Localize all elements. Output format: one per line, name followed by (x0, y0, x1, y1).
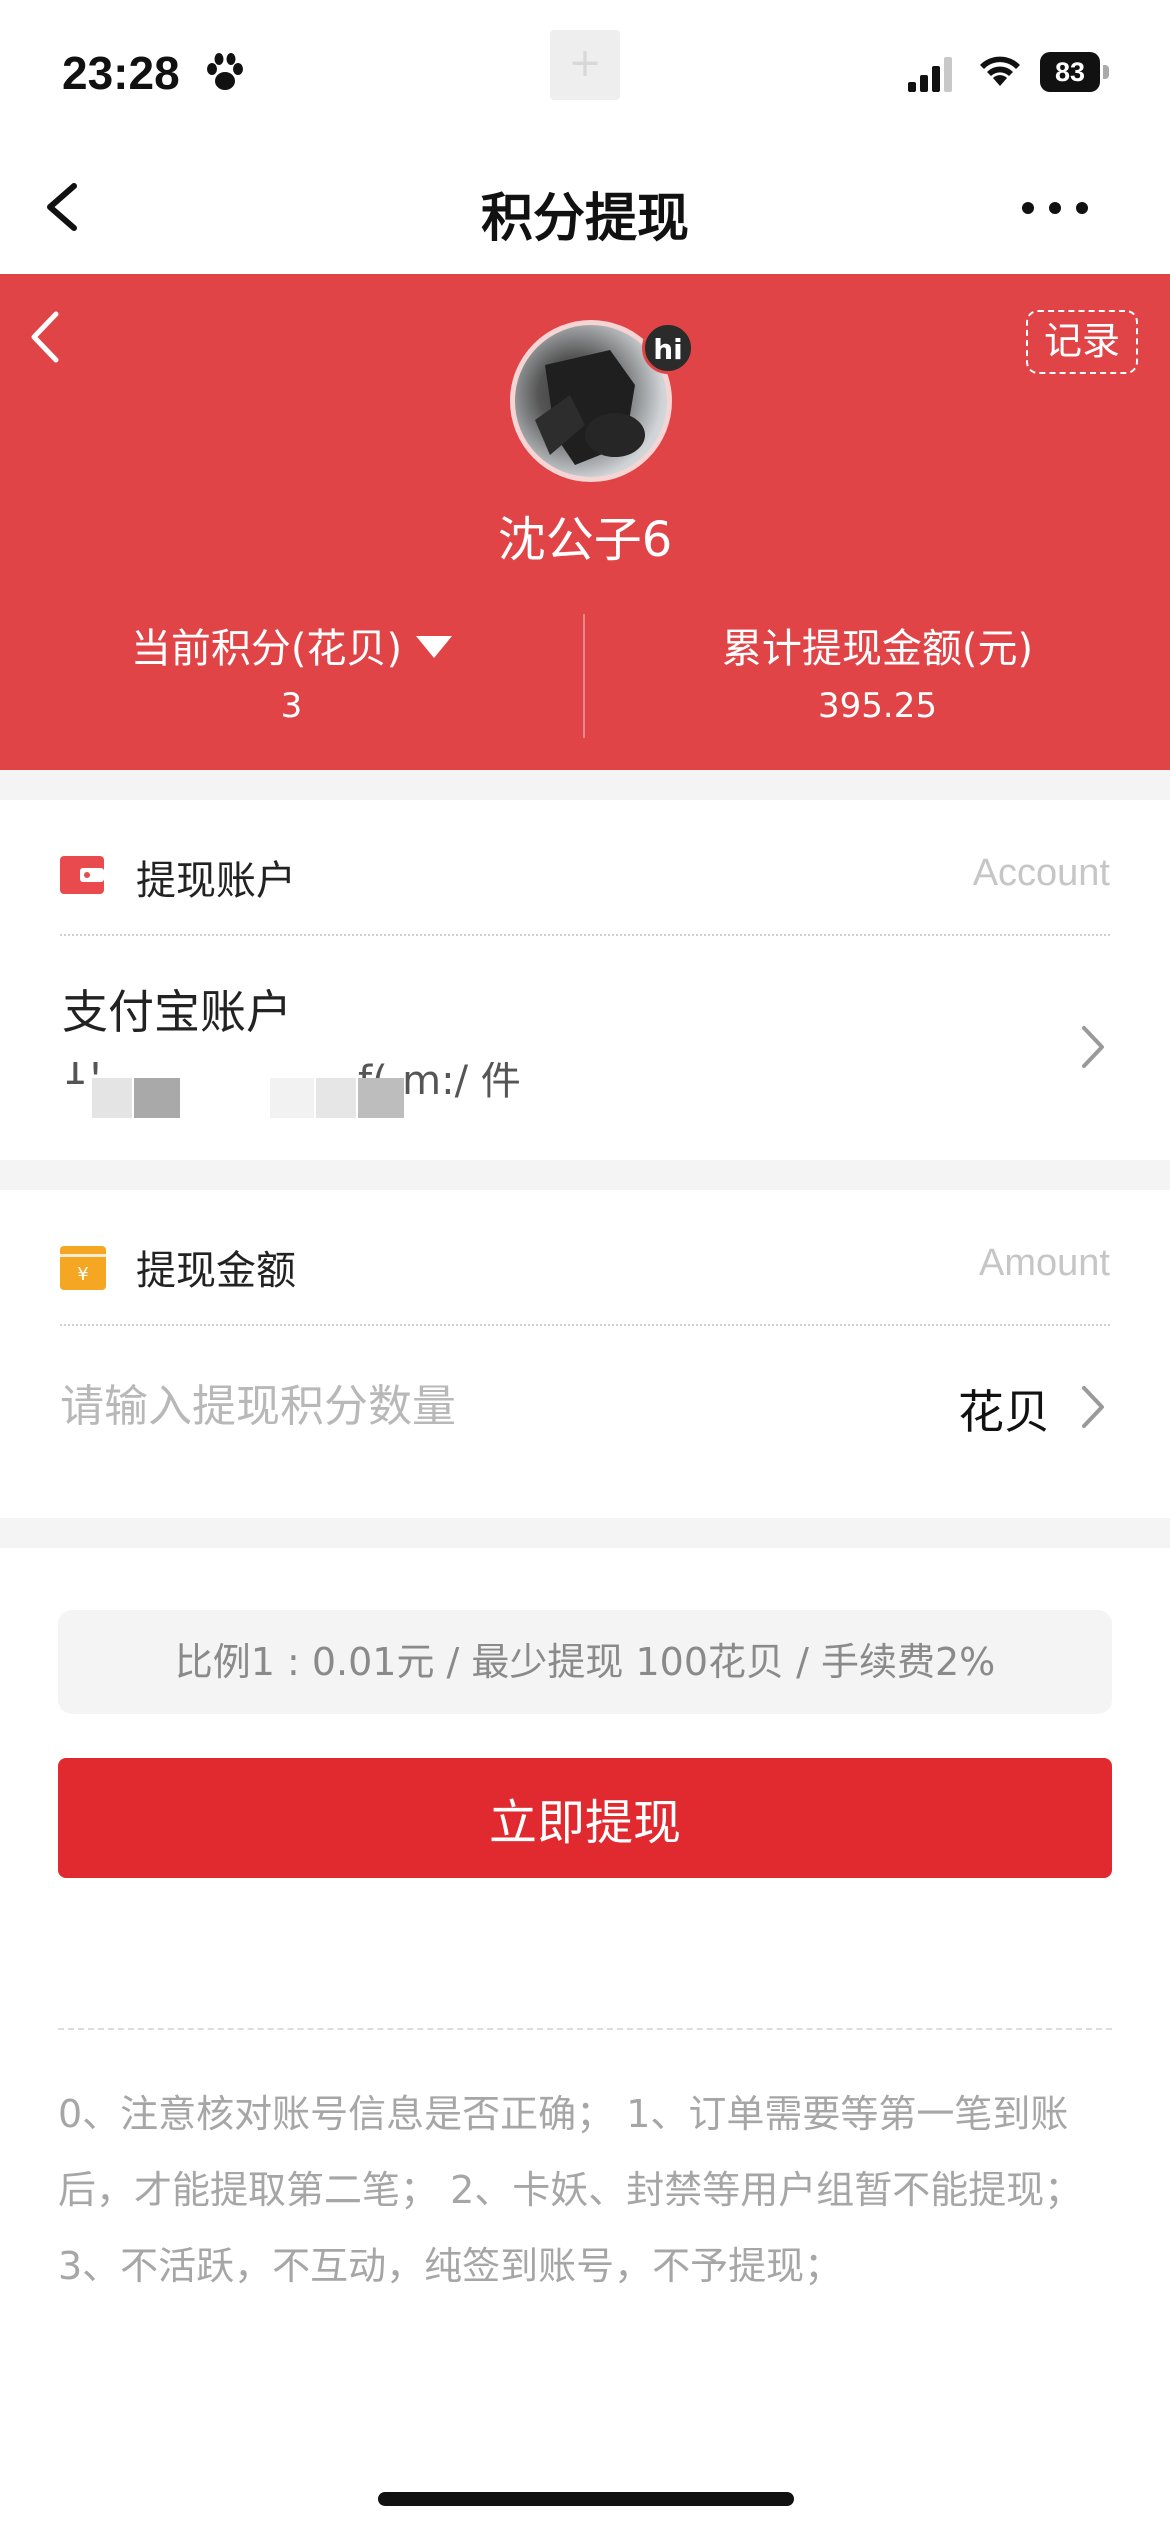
dynamic-island-placeholder: + (550, 30, 620, 100)
wifi-icon (980, 56, 1020, 86)
mosaic-block (358, 1078, 404, 1118)
divider (60, 934, 1110, 936)
account-section-hint: Account (972, 852, 1110, 894)
page-title: 积分提现 (480, 189, 689, 249)
withdraw-notes: 0、注意核对账号信息是否正确； 1、订单需要等第一笔到账后，才能提取第二笔； 2… (58, 2092, 1083, 2288)
username: 沈公子6 (497, 512, 673, 568)
record-button[interactable]: 记录 (1026, 310, 1138, 374)
account-section-title: 提现账户 (136, 858, 296, 904)
status-time: 23:28 (62, 47, 180, 99)
total-withdrawn-value: 395.25 (818, 686, 937, 726)
total-withdrawn-label: 累计提现金额(元) (721, 626, 1034, 672)
mosaic-block (134, 1078, 180, 1118)
dropdown-triangle-icon[interactable] (416, 636, 453, 658)
ratio-info: 比例1 : 0.01元 / 最少提现 100花贝 / 手续费2% (58, 1610, 1112, 1714)
mosaic-block (92, 1078, 132, 1118)
amount-section-title: 提现金额 (136, 1248, 296, 1294)
battery-icon: 83 (1040, 52, 1112, 92)
signal-icon (908, 57, 952, 92)
more-icon[interactable] (1010, 188, 1120, 228)
mosaic-block (316, 1078, 356, 1118)
mosaic-block (270, 1078, 314, 1118)
account-section: 提现账户 Account 支付宝账户 1! f(-m:/ 件 (0, 800, 1170, 1160)
account-name[interactable]: 支付宝账户 (62, 976, 292, 1042)
points-label-text: 当前积分(花贝) (130, 626, 403, 672)
points-label[interactable]: 当前积分(花贝) (0, 616, 583, 674)
amount-section: ¥ 提现金额 Amount 花贝 (0, 1190, 1170, 1518)
amount-section-hint: Amount (979, 1242, 1110, 1284)
divider (58, 2028, 1112, 2030)
paw-icon (207, 53, 243, 90)
account-number-masked: 1! f(-m:/ 件 (62, 1062, 582, 1118)
hi-badge: hi (642, 322, 694, 374)
withdraw-actions: 比例1 : 0.01元 / 最少提现 100花贝 / 手续费2% 立即提现 0、… (0, 1548, 1170, 2532)
withdraw-button[interactable]: 立即提现 (58, 1758, 1112, 1878)
yen-box-icon: ¥ (60, 1246, 106, 1290)
nav-bar: 积分提现 (0, 140, 1170, 274)
header-back-icon[interactable] (22, 304, 72, 370)
chevron-right-icon[interactable] (1078, 1022, 1108, 1072)
profile-header: 记录 hi 沈公子6 当前积分(花贝) 3 累计提现金额(元) 395.25 (0, 274, 1170, 770)
points-value: 3 (280, 686, 303, 726)
status-bar: 23:28 + 83 (0, 0, 1170, 140)
unit-selector[interactable]: 花贝 (958, 1376, 1050, 1442)
battery-level: 83 (1040, 52, 1100, 92)
home-indicator[interactable] (378, 2492, 794, 2506)
divider (60, 1324, 1110, 1326)
svg-text:¥: ¥ (77, 1264, 88, 1285)
chevron-right-icon[interactable] (1078, 1382, 1108, 1432)
amount-input[interactable] (60, 1366, 860, 1446)
wallet-icon (60, 856, 104, 894)
